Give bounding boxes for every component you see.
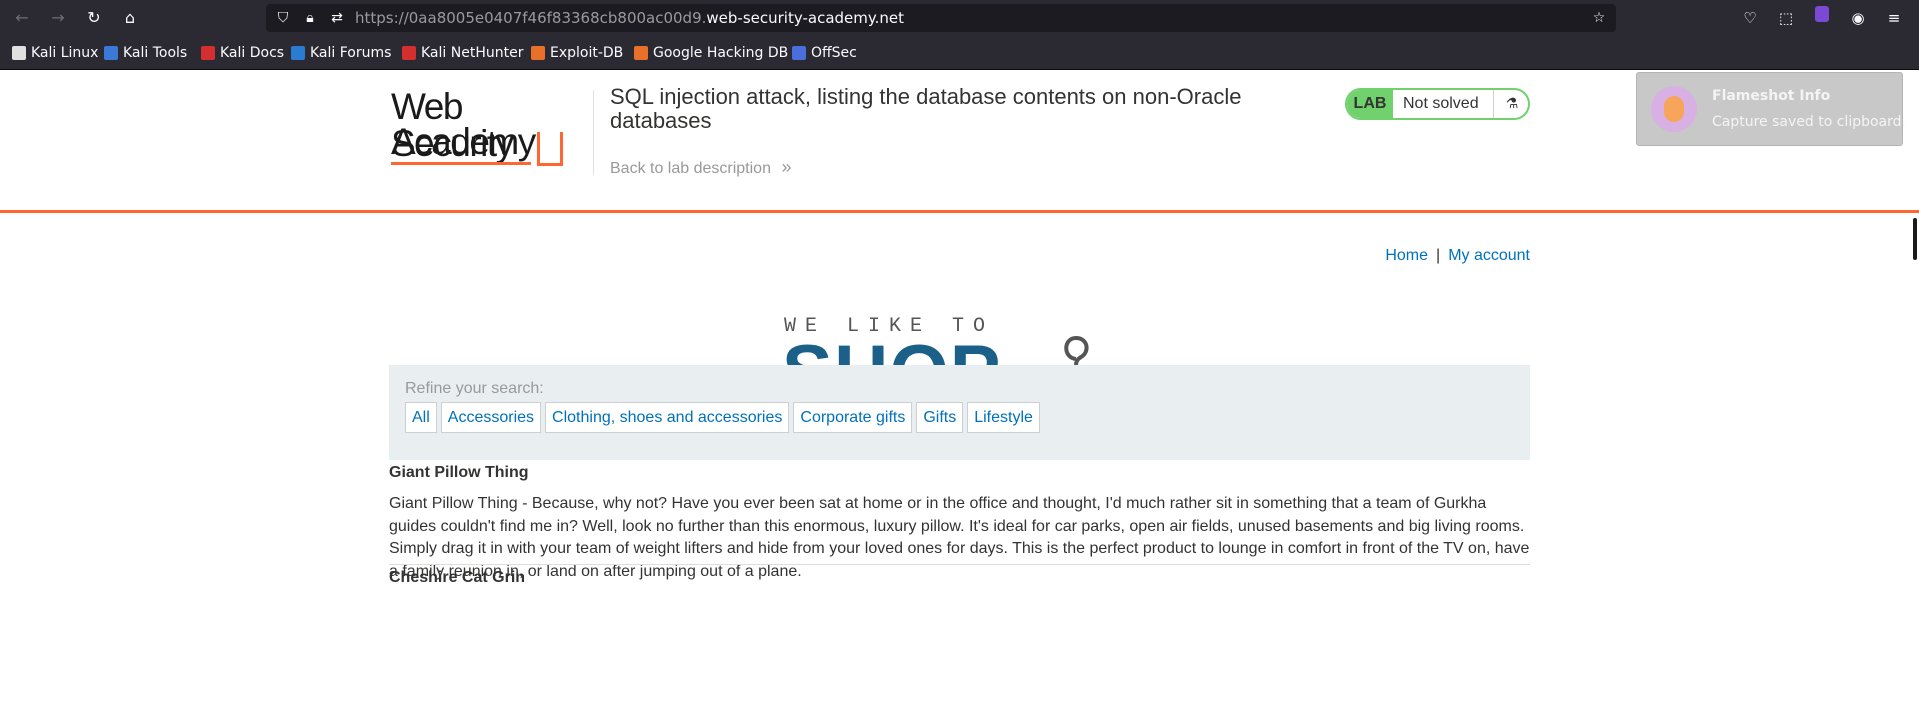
page-content: Web Security Academy SQL injection attac…: [0, 70, 1919, 710]
kali-docs-icon: [201, 46, 215, 60]
filter-all[interactable]: All: [405, 402, 437, 433]
refine-search-label: Refine your search:: [405, 380, 544, 397]
header-divider: [593, 90, 594, 175]
lab-badge: LAB: [1347, 90, 1393, 118]
back-to-lab-description-link[interactable]: Back to lab description »: [610, 157, 791, 178]
profile-icon[interactable]: ◉: [1846, 6, 1870, 30]
page-scrollbar[interactable]: [1913, 218, 1917, 260]
bookmark-offsec[interactable]: OffSec: [792, 45, 857, 61]
home-icon[interactable]: ⌂: [118, 6, 142, 30]
kali-linux-icon: [12, 46, 26, 60]
lab-status-widget: LAB Not solved ⚗: [1345, 88, 1530, 120]
bookmark-kali-forums[interactable]: Kali Forums: [291, 45, 391, 61]
logo-underline: [391, 162, 531, 165]
search-filter-panel: Refine your search: All Accessories Clot…: [389, 365, 1530, 460]
url-bar[interactable]: ⛉ 🔒︎ ⇄ https://0aa8005e0407f46f83368cb80…: [266, 4, 1616, 32]
product-name: Cheshire Cat Grin: [389, 569, 526, 586]
browser-toolbar: ← → ↻ ⌂ ⛉ 🔒︎ ⇄ https://0aa8005e0407f46f8…: [0, 0, 1919, 36]
permissions-icon[interactable]: ⇄: [326, 6, 348, 30]
account-navigation: Home | My account: [1380, 247, 1530, 265]
extension-badge-icon[interactable]: [1815, 6, 1829, 22]
forward-arrow-icon[interactable]: →: [46, 6, 70, 30]
logo-bolt-icon: [537, 132, 563, 166]
bookmark-exploit-db[interactable]: Exploit-DB: [531, 45, 623, 61]
lock-icon[interactable]: 🔒︎: [299, 6, 321, 30]
reload-icon[interactable]: ↻: [82, 6, 106, 30]
product-name: Giant Pillow Thing: [389, 464, 529, 481]
kali-nethunter-icon: [402, 46, 416, 60]
lab-title: SQL injection attack, listing the databa…: [610, 84, 1242, 133]
lab-header: Web Security Academy SQL injection attac…: [0, 70, 1919, 213]
filter-lifestyle[interactable]: Lifestyle: [967, 402, 1040, 433]
url-text[interactable]: https://0aa8005e0407f46f83368cb800ac00d9…: [355, 9, 904, 27]
exploit-db-icon: [531, 46, 545, 60]
tracking-shield-icon[interactable]: ⛉: [272, 6, 294, 30]
chevrons-right-icon: »: [781, 157, 792, 177]
notification-title: Flameshot Info: [1712, 88, 1831, 104]
bookmark-kali-nethunter[interactable]: Kali NetHunter: [402, 45, 523, 61]
product-divider: [389, 564, 1530, 565]
kali-forums-icon: [291, 46, 305, 60]
flask-icon[interactable]: ⚗: [1493, 90, 1528, 118]
product-item: Cheshire Cat Grin: [389, 569, 1530, 587]
web-security-academy-logo[interactable]: Web Security Academy: [391, 88, 591, 166]
bookmark-kali-docs[interactable]: Kali Docs: [201, 45, 284, 61]
my-account-link[interactable]: My account: [1448, 247, 1530, 264]
filter-corporate-gifts[interactable]: Corporate gifts: [793, 402, 913, 433]
flameshot-notification[interactable]: Flameshot Info Capture saved to clipboar…: [1636, 72, 1906, 146]
product-item: Giant Pillow Thing Giant Pillow Thing - …: [389, 464, 1530, 583]
bookmark-google-hacking-db[interactable]: Google Hacking DB: [634, 45, 788, 61]
bookmark-kali-linux[interactable]: Kali Linux: [12, 45, 98, 61]
star-icon[interactable]: ☆: [1588, 6, 1610, 30]
pocket-icon[interactable]: ♡: [1738, 6, 1762, 30]
offsec-icon: [792, 46, 806, 60]
notification-message: Capture saved to clipboard.: [1712, 114, 1906, 130]
bookmarks-bar: Kali Linux Kali Tools Kali Docs Kali For…: [0, 36, 1919, 70]
extensions-icon[interactable]: ⬚: [1774, 6, 1798, 30]
lab-status-text: Not solved: [1403, 95, 1479, 112]
filter-gifts[interactable]: Gifts: [916, 402, 964, 433]
back-arrow-icon[interactable]: ←: [10, 6, 34, 30]
home-link[interactable]: Home: [1385, 247, 1428, 264]
filter-clothing-shoes-accessories[interactable]: Clothing, shoes and accessories: [545, 402, 790, 433]
flameshot-icon: [1651, 86, 1697, 132]
filter-list: All Accessories Clothing, shoes and acce…: [405, 402, 1044, 433]
kali-tools-icon: [104, 46, 118, 60]
bookmark-kali-tools[interactable]: Kali Tools: [104, 45, 187, 61]
filter-accessories[interactable]: Accessories: [440, 402, 542, 433]
hamburger-menu-icon[interactable]: ≡: [1882, 6, 1906, 30]
google-hacking-db-icon: [634, 46, 648, 60]
nav-separator: |: [1436, 247, 1441, 264]
